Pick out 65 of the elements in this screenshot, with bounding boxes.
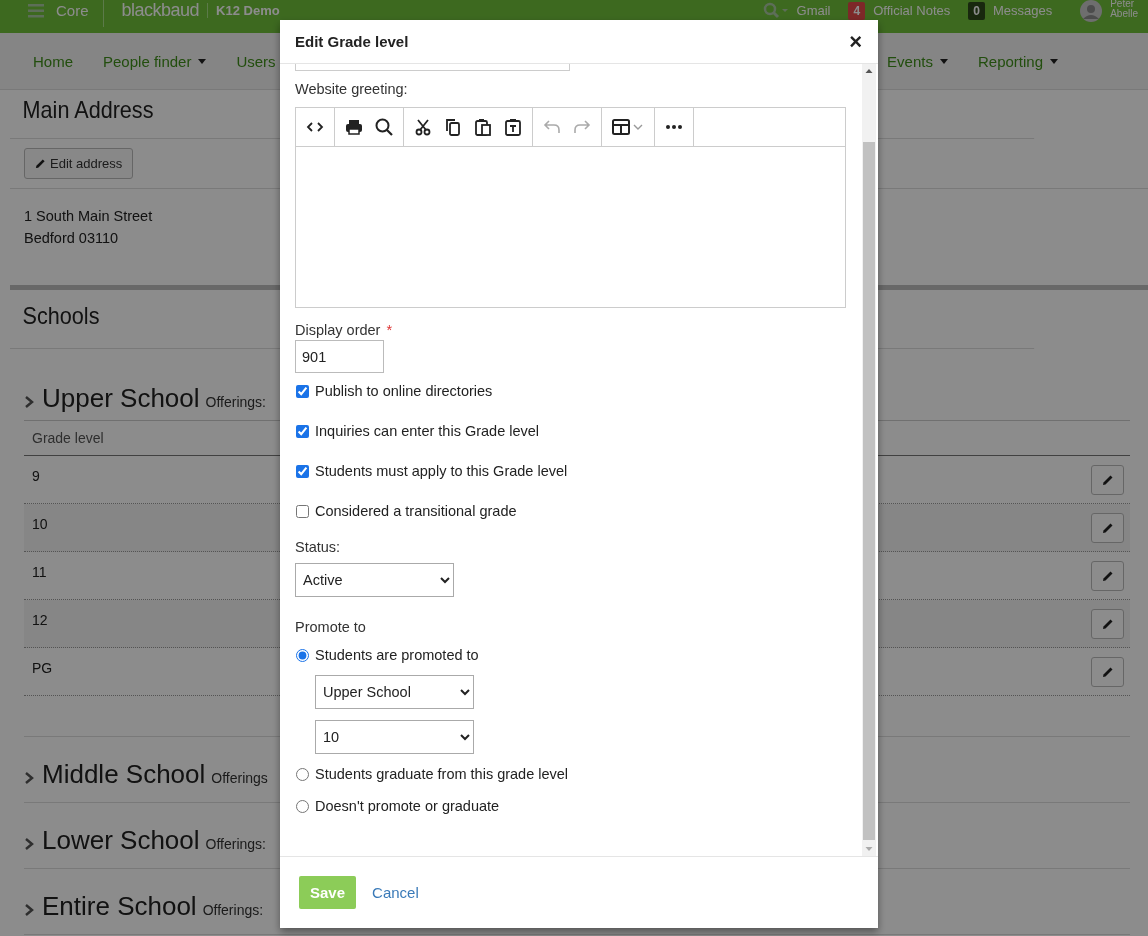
pencil-icon (1101, 665, 1114, 678)
radio-label[interactable]: Doesn't promote or graduate (315, 798, 500, 814)
table-cell-text: 10 (32, 515, 48, 532)
promote-dropdown[interactable]: Upper School (315, 675, 474, 709)
status-dropdown[interactable]: Active (295, 563, 454, 597)
cancel-link[interactable]: Cancel (372, 884, 419, 901)
edit-button[interactable] (1091, 464, 1124, 495)
edit-address-button[interactable]: Edit address (24, 148, 134, 179)
address-line: 1 South Main Street (24, 207, 154, 226)
edit-button[interactable] (1091, 656, 1124, 687)
dialog-title: Edit Grade level (295, 33, 409, 50)
table-cell-text: 9 (32, 467, 40, 484)
caret-icon[interactable] (1050, 58, 1058, 64)
address-line: Bedford 03110 (24, 229, 120, 248)
school-name[interactable]: Entire School (42, 891, 197, 922)
chevron-icon[interactable] (24, 770, 34, 785)
logo: blackbaud (121, 0, 200, 21)
checkbox[interactable] (296, 464, 309, 478)
chevron-icon[interactable] (24, 836, 34, 851)
checkbox[interactable] (296, 384, 309, 398)
radio-button[interactable] (296, 799, 309, 813)
pencil-icon (1101, 569, 1114, 582)
chevron-icon[interactable] (24, 902, 34, 917)
pencil-icon (1101, 617, 1114, 630)
checkbox-label[interactable]: Students must apply to this Grade level (315, 463, 568, 479)
chevron-icon[interactable] (24, 394, 34, 409)
school-name[interactable]: Lower School (42, 825, 200, 856)
edit-button[interactable] (1091, 560, 1124, 591)
table-cell-text: 12 (32, 611, 48, 628)
checkbox-label[interactable]: Publish to online directories (315, 383, 493, 399)
display-order-field[interactable]: 901 (295, 340, 384, 373)
pencil-icon (1101, 473, 1114, 486)
school-name[interactable]: Upper School (42, 383, 200, 414)
edit-button[interactable] (1091, 608, 1124, 639)
offerings-label: Offerings: (202, 902, 264, 918)
site-name: K12 Demo (207, 3, 280, 18)
radio-label[interactable]: Students are promoted to (315, 647, 479, 663)
field-label: Promote to (295, 619, 367, 637)
scrollbar[interactable] (862, 64, 876, 856)
radio-label[interactable]: Students graduate from this grade level (315, 766, 569, 782)
messages-count: 0 (968, 1, 985, 20)
close-button[interactable]: × (849, 31, 862, 52)
offerings-label: Offerings: (205, 836, 266, 852)
table-cell-text: PG (32, 659, 53, 676)
radio-button[interactable] (296, 648, 309, 662)
offerings-label: Offerings: (205, 394, 266, 410)
pencil-icon (35, 158, 46, 169)
checkbox[interactable] (296, 504, 309, 518)
edit-button[interactable] (1091, 512, 1124, 543)
offerings-label: Offerings (211, 770, 268, 786)
promote-dropdown[interactable]: 10 (315, 720, 474, 754)
table-cell-text: 11 (32, 563, 47, 580)
input-field[interactable] (295, 64, 570, 71)
radio-button[interactable] (296, 767, 309, 781)
notes-count: 4 (848, 1, 866, 20)
required-mark: * (386, 322, 393, 338)
checkbox-label[interactable]: Considered a transitional grade (315, 503, 517, 519)
school-name[interactable]: Middle School (42, 759, 206, 790)
checkbox[interactable] (296, 424, 309, 438)
pencil-icon (1101, 521, 1114, 534)
field-label: Status: (295, 539, 342, 557)
checkbox-label[interactable]: Inquiries can enter this Grade level (315, 423, 540, 439)
caret-icon[interactable] (198, 58, 207, 64)
caret-icon[interactable] (939, 58, 948, 64)
field-label: Display order (295, 322, 381, 338)
